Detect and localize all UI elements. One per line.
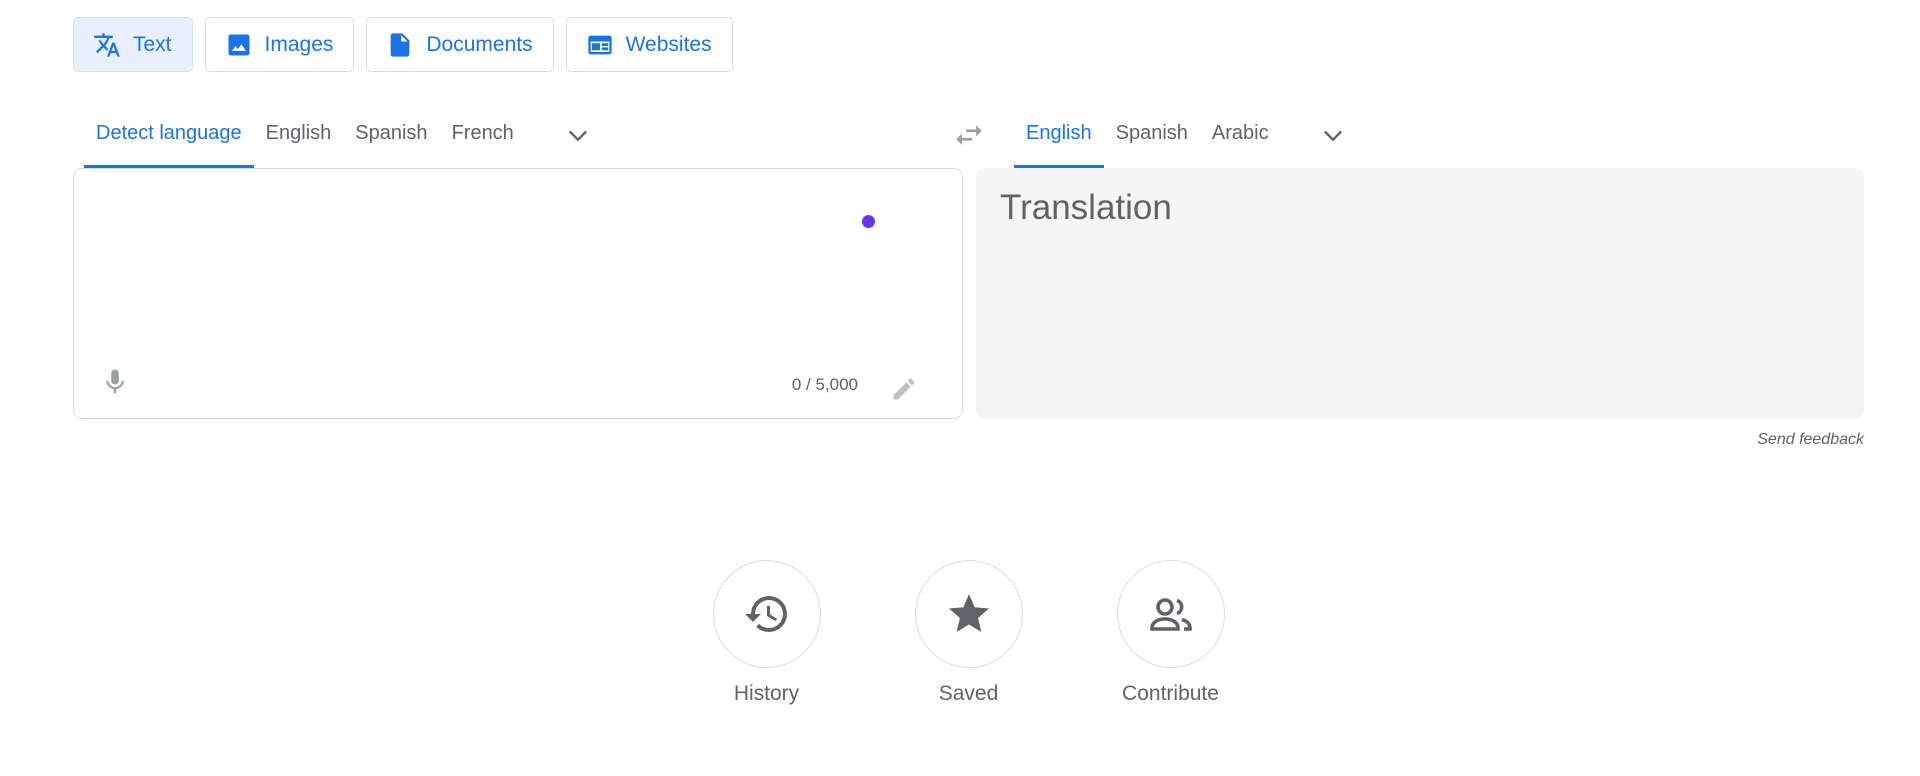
mode-tab-text[interactable]: Text: [73, 17, 193, 72]
swap-icon: [952, 125, 986, 156]
mode-tab-websites[interactable]: Websites: [565, 17, 733, 72]
mode-tab-label: Documents: [426, 32, 533, 56]
mode-tab-label: Text: [133, 32, 172, 56]
mode-tabs: Text Images Documents Websites: [73, 17, 733, 72]
bottom-actions: History Saved Contribute: [712, 560, 1225, 706]
source-lang-spanish[interactable]: Spanish: [343, 102, 439, 168]
history-circle[interactable]: [712, 560, 821, 668]
source-text-area[interactable]: 0 / 5,000: [73, 168, 963, 419]
mode-tab-label: Websites: [625, 32, 712, 56]
source-language-bar: Detect language English Spanish French: [84, 102, 604, 168]
target-lang-more-button[interactable]: [1307, 102, 1359, 168]
handwrite-button[interactable]: [890, 375, 918, 403]
target-lang-arabic[interactable]: Arabic: [1200, 102, 1281, 168]
pencil-icon: [890, 378, 918, 407]
saved-button[interactable]: Saved: [914, 560, 1023, 706]
source-lang-english[interactable]: English: [254, 102, 344, 168]
image-icon: [225, 31, 253, 59]
mode-tab-label: Images: [264, 32, 334, 56]
status-dot: [862, 215, 875, 228]
character-counter: 0 / 5,000: [791, 375, 858, 394]
microphone-icon: [100, 369, 130, 403]
people-icon: [1147, 590, 1195, 638]
source-lang-more-button[interactable]: [552, 102, 604, 168]
contribute-circle[interactable]: [1116, 560, 1225, 668]
history-label: History: [733, 682, 800, 705]
document-icon: [386, 31, 414, 59]
chevron-down-icon: [564, 121, 592, 149]
website-icon: [586, 31, 614, 59]
saved-label: Saved: [938, 682, 999, 705]
history-button[interactable]: History: [712, 560, 821, 706]
translate-icon: [93, 31, 121, 59]
send-feedback-link[interactable]: Send feedback: [1757, 431, 1864, 449]
translation-output: Translation: [976, 168, 1864, 419]
translation-placeholder: Translation: [1000, 188, 1172, 227]
history-icon: [743, 590, 791, 638]
mode-tab-documents[interactable]: Documents: [366, 17, 554, 72]
translate-page: Text Images Documents Websites Detect la…: [0, 0, 1920, 776]
star-icon: [945, 590, 993, 638]
target-lang-english[interactable]: English: [1014, 102, 1104, 168]
swap-languages-button[interactable]: [952, 118, 986, 152]
mode-tab-images[interactable]: Images: [204, 17, 355, 72]
target-lang-spanish[interactable]: Spanish: [1104, 102, 1200, 168]
contribute-button[interactable]: Contribute: [1116, 560, 1225, 706]
source-lang-french[interactable]: French: [440, 102, 526, 168]
saved-circle[interactable]: [914, 560, 1023, 668]
contribute-label: Contribute: [1122, 682, 1219, 705]
chevron-down-icon: [1319, 121, 1347, 149]
target-language-bar: English Spanish Arabic: [1014, 102, 1359, 168]
source-lang-detect[interactable]: Detect language: [84, 102, 254, 168]
voice-input-button[interactable]: [100, 365, 130, 399]
